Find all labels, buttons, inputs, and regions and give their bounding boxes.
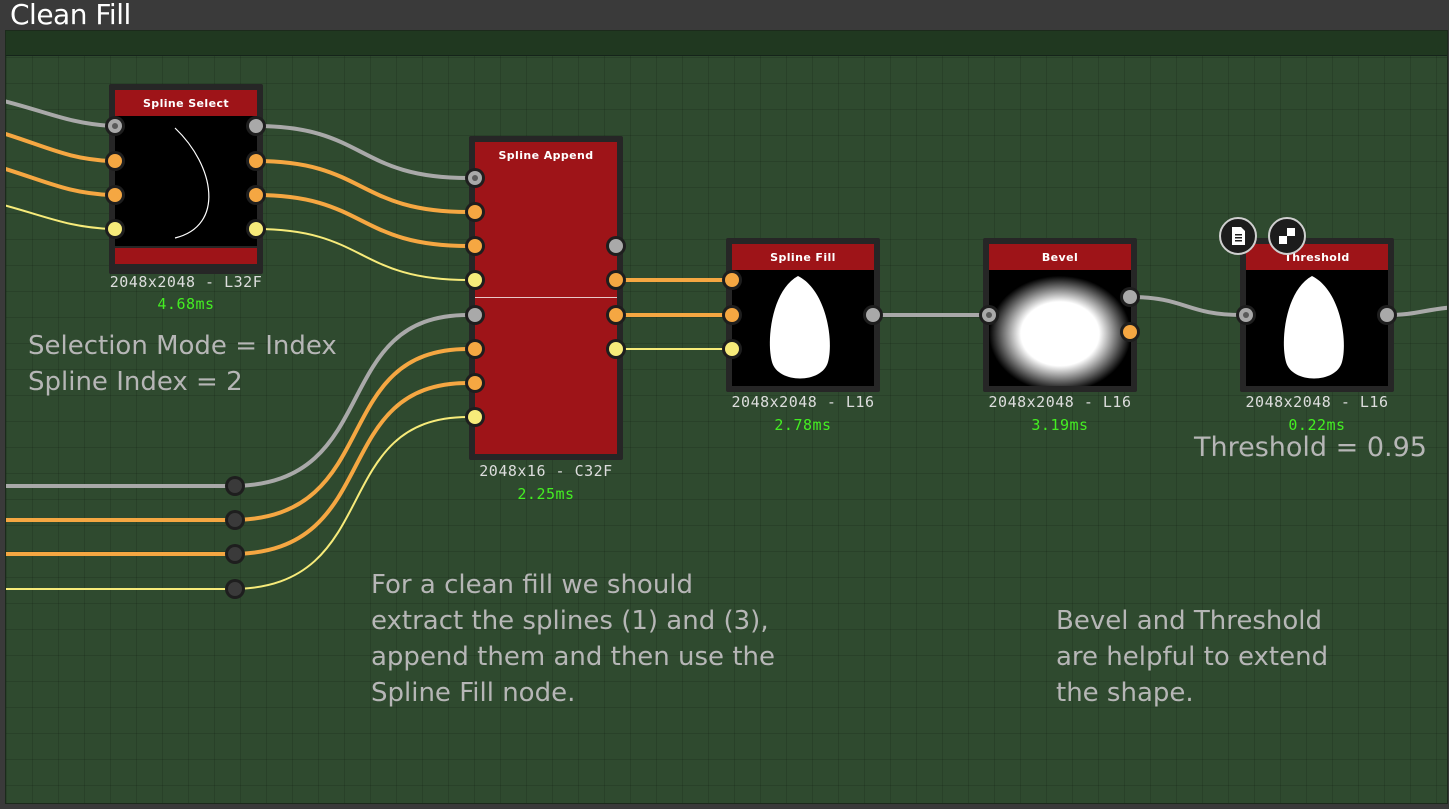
input-port[interactable]	[465, 407, 485, 427]
node-preview	[732, 270, 874, 386]
node-resolution: 2048x2048 - L16	[988, 393, 1132, 411]
input-port[interactable]	[722, 270, 742, 290]
output-port[interactable]	[246, 116, 266, 136]
input-port[interactable]	[1236, 305, 1256, 325]
frame-title: Clean Fill	[10, 0, 131, 31]
input-port[interactable]	[105, 185, 125, 205]
wire-grey	[1129, 295, 1243, 317]
node-resolution: 2048x2048 - L32F	[109, 273, 263, 291]
wire-orange	[255, 159, 469, 214]
reroute-dot[interactable]	[225, 510, 245, 530]
input-port[interactable]	[465, 305, 485, 325]
threshold-value-note: Threshold = 0.95	[1194, 432, 1427, 463]
node-title: Bevel	[989, 244, 1131, 270]
node-resolution: 2048x2048 - L16	[1245, 393, 1389, 411]
input-port[interactable]	[465, 168, 485, 188]
node-resolution: 2048x2048 - L16	[731, 393, 875, 411]
reroute-dot[interactable]	[225, 544, 245, 564]
input-port[interactable]	[722, 339, 742, 359]
node-time: 2.78ms	[774, 416, 832, 434]
node-time: 4.68ms	[157, 295, 215, 313]
input-port[interactable]	[465, 202, 485, 222]
wire-yellow	[255, 228, 469, 281]
threshold-preview-image	[1283, 276, 1344, 379]
output-port[interactable]	[606, 270, 626, 290]
node-divider	[475, 297, 617, 298]
node-title: Spline Select	[115, 90, 257, 116]
node-preview	[115, 116, 257, 246]
wire-grey	[6, 99, 112, 128]
threshold-node[interactable]: Threshold	[1240, 238, 1394, 392]
node-time: 2.25ms	[517, 485, 575, 503]
fill-preview-image	[769, 276, 830, 379]
wire-orange	[6, 167, 112, 197]
bevel-node[interactable]: Bevel	[983, 238, 1137, 392]
spline-append-node[interactable]: Spline Append	[469, 136, 623, 460]
input-port[interactable]	[465, 339, 485, 359]
reroute-dot[interactable]	[225, 476, 245, 496]
input-port[interactable]	[465, 270, 485, 290]
input-port[interactable]	[465, 236, 485, 256]
bevel-note: Bevel and Threshold are helpful to exten…	[1056, 606, 1329, 708]
node-footer	[115, 248, 257, 264]
input-port[interactable]	[979, 305, 999, 325]
clean-fill-note: For a clean fill we should extract the s…	[371, 570, 775, 708]
node-time: 3.19ms	[1031, 416, 1089, 434]
wire-yellow	[6, 204, 112, 230]
output-port[interactable]	[1377, 305, 1397, 325]
wire-grey	[255, 124, 469, 180]
output-port[interactable]	[606, 339, 626, 359]
output-port[interactable]	[246, 219, 266, 239]
node-title: Threshold	[1246, 244, 1388, 270]
spline-preview-image	[174, 127, 210, 239]
document-icon-glyph	[1232, 227, 1245, 245]
node-preview	[1246, 270, 1388, 386]
output-port[interactable]	[1120, 287, 1140, 307]
node-title: Spline Append	[475, 142, 617, 168]
wire-orange	[255, 193, 469, 248]
input-port[interactable]	[105, 151, 125, 171]
output-port[interactable]	[606, 236, 626, 256]
node-preview	[989, 270, 1131, 386]
checker-icon-glyph	[1279, 228, 1295, 244]
selection-mode-note: Selection Mode = Index	[28, 331, 337, 361]
reroute-dot[interactable]	[225, 579, 245, 599]
input-port[interactable]	[465, 373, 485, 393]
spline-index-note: Spline Index = 2	[28, 367, 243, 397]
output-port[interactable]	[863, 305, 883, 325]
spline-select-node[interactable]: Spline Select	[109, 84, 263, 274]
input-port[interactable]	[105, 219, 125, 239]
output-port[interactable]	[246, 185, 266, 205]
bevel-preview-image	[989, 270, 1131, 386]
output-port[interactable]	[246, 151, 266, 171]
output-port[interactable]	[606, 305, 626, 325]
document-icon[interactable]	[1219, 217, 1257, 255]
checker-icon[interactable]	[1268, 217, 1306, 255]
graph-frame[interactable]: Spline Select 2048x2048 - L32F 4.68ms Sp…	[5, 30, 1448, 804]
output-port[interactable]	[1120, 322, 1140, 342]
input-port[interactable]	[105, 116, 125, 136]
node-body	[475, 168, 617, 454]
node-resolution: 2048x16 - C32F	[479, 462, 613, 480]
spline-fill-node[interactable]: Spline Fill	[726, 238, 880, 392]
node-title: Spline Fill	[732, 244, 874, 270]
wire-orange	[6, 132, 112, 163]
input-port[interactable]	[722, 305, 742, 325]
